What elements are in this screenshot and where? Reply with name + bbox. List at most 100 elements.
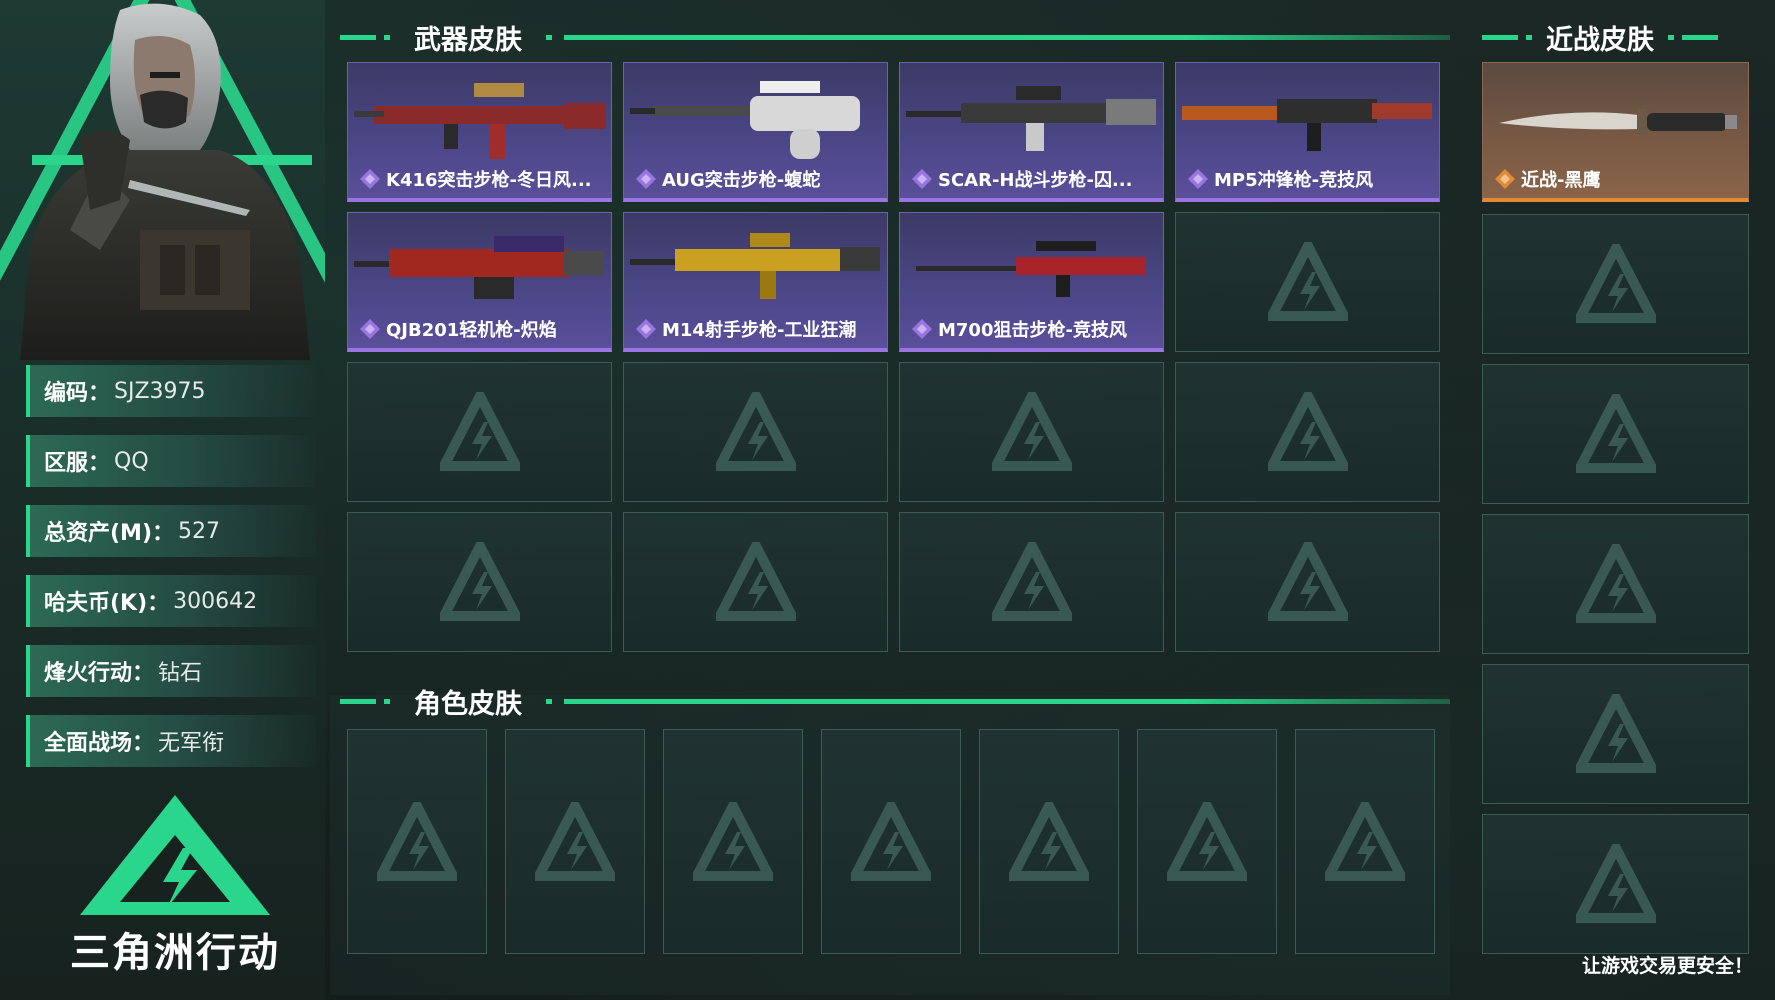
rarity-gem-icon <box>912 319 932 339</box>
rifle-icon <box>354 83 606 159</box>
weapon-name: SCAR-H战斗步枪-囚... <box>938 170 1133 191</box>
character-card-empty <box>663 729 803 954</box>
header-dash <box>546 34 552 40</box>
weapon-card-label: SCAR-H战斗步枪-囚... <box>912 166 1155 192</box>
weapon-card-label: QJB201轻机枪-炽焰 <box>360 316 603 342</box>
weapon-name: MP5冲锋枪-竞技风 <box>1214 170 1374 191</box>
header-dash <box>1682 34 1718 40</box>
character-card-empty <box>1295 729 1435 954</box>
melee-card-empty <box>1482 214 1749 354</box>
placeholder-logo-icon <box>1575 694 1656 773</box>
character-card-empty <box>979 729 1119 954</box>
placeholder-logo-icon <box>1325 801 1405 881</box>
placeholder-logo-icon <box>1575 394 1656 473</box>
weapon-card-label: M14射手步枪-工业狂潮 <box>636 316 879 342</box>
placeholder-logo-icon <box>1267 542 1348 621</box>
character-section-header: 角色皮肤 <box>340 686 1450 720</box>
placeholder-logo-icon <box>1575 244 1656 323</box>
info-value: QQ <box>114 448 149 474</box>
lmg-icon <box>354 236 604 299</box>
info-key: 区服： <box>44 451 111 476</box>
weapon-card-empty <box>347 512 612 652</box>
weapon-card-empty <box>1175 212 1440 352</box>
info-value: 无军衔 <box>158 731 225 756</box>
weapon-section-title: 武器皮肤 <box>414 24 522 56</box>
info-key: 总资产(M)： <box>44 521 175 546</box>
header-dash <box>1482 34 1518 40</box>
placeholder-logo-icon <box>1167 801 1247 881</box>
rarity-gem-icon <box>636 169 656 189</box>
character-card-empty <box>505 729 645 954</box>
weapon-name: K416突击步枪-冬日风... <box>386 170 592 191</box>
smg-icon <box>1182 99 1432 151</box>
character-card-empty <box>821 729 961 954</box>
melee-section-title: 近战皮肤 <box>1546 24 1654 56</box>
melee-card-empty <box>1482 514 1749 654</box>
weapon-card-empty <box>1175 362 1440 502</box>
knife-icon <box>1499 109 1737 135</box>
info-row-coins: 哈夫币(K)： 300642 <box>26 575 316 627</box>
rarity-gem-icon <box>360 319 380 339</box>
info-row-operation-rank: 烽火行动： 钻石 <box>26 645 316 697</box>
info-value: SJZ3975 <box>114 378 206 404</box>
placeholder-logo-icon <box>991 392 1072 471</box>
info-key: 编码： <box>44 381 111 406</box>
melee-section-header: 近战皮肤 <box>1482 22 1750 56</box>
game-logo: 三角洲行动 <box>55 790 295 976</box>
weapon-card[interactable]: MP5冲锋枪-竞技风 <box>1175 62 1440 202</box>
header-dash <box>340 34 376 40</box>
melee-card-empty <box>1482 814 1749 954</box>
weapon-card[interactable]: M700狙击步枪-竞技风 <box>899 212 1164 352</box>
rifle-icon <box>906 86 1156 151</box>
weapon-card-empty <box>1175 512 1440 652</box>
weapon-card[interactable]: AUG突击步枪-蝮蛇 <box>623 62 888 202</box>
weapon-card[interactable]: QJB201轻机枪-炽焰 <box>347 212 612 352</box>
placeholder-logo-icon <box>851 801 931 881</box>
placeholder-logo-icon <box>439 392 520 471</box>
placeholder-logo-icon <box>439 542 520 621</box>
rifle-icon <box>630 233 880 299</box>
header-dash <box>1668 34 1674 40</box>
placeholder-logo-icon <box>991 542 1072 621</box>
melee-card-empty <box>1482 364 1749 504</box>
placeholder-logo-icon <box>1267 242 1348 321</box>
weapon-card[interactable]: K416突击步枪-冬日风... <box>347 62 612 202</box>
weapon-card[interactable]: M14射手步枪-工业狂潮 <box>623 212 888 352</box>
weapon-card-empty <box>899 362 1164 502</box>
placeholder-logo-icon <box>1009 801 1089 881</box>
header-dash <box>340 698 376 704</box>
placeholder-logo-icon <box>715 392 796 471</box>
header-line <box>564 34 1450 40</box>
footer-slogan: 让游戏交易更安全！ <box>1581 955 1753 977</box>
melee-name: 近战-黑鹰 <box>1521 170 1601 191</box>
weapon-name: QJB201轻机枪-炽焰 <box>386 320 557 341</box>
rarity-gem-icon <box>912 169 932 189</box>
header-line <box>564 698 1450 704</box>
info-row-assets: 总资产(M)： 527 <box>26 505 316 557</box>
weapon-name: AUG突击步枪-蝮蛇 <box>662 170 821 191</box>
info-row-warfare-rank: 全面战场： 无军衔 <box>26 715 316 767</box>
weapon-card-empty <box>347 362 612 502</box>
rarity-gem-icon <box>1188 169 1208 189</box>
weapon-name: M700狙击步枪-竞技风 <box>938 320 1127 341</box>
weapon-card-label: K416突击步枪-冬日风... <box>360 166 603 192</box>
character-card-empty <box>1137 729 1277 954</box>
info-row-code: 编码： SJZ3975 <box>26 365 316 417</box>
placeholder-logo-icon <box>1267 392 1348 471</box>
weapon-card-empty <box>623 362 888 502</box>
info-key: 哈夫币(K)： <box>44 591 170 616</box>
info-value: 钻石 <box>158 661 203 686</box>
melee-card[interactable]: 近战-黑鹰 <box>1482 62 1749 202</box>
placeholder-logo-icon <box>693 801 773 881</box>
melee-card-label: 近战-黑鹰 <box>1495 166 1740 192</box>
rarity-gem-icon <box>636 319 656 339</box>
info-value: 527 <box>178 518 221 544</box>
weapon-card-empty <box>623 512 888 652</box>
rifle-icon <box>630 81 860 159</box>
weapon-card[interactable]: SCAR-H战斗步枪-囚... <box>899 62 1164 202</box>
info-key: 烽火行动： <box>44 661 155 686</box>
placeholder-logo-icon <box>377 801 457 881</box>
weapon-section-header: 武器皮肤 <box>340 22 1450 56</box>
weapon-card-label: AUG突击步枪-蝮蛇 <box>636 166 879 192</box>
info-key: 全面战场： <box>44 731 155 756</box>
